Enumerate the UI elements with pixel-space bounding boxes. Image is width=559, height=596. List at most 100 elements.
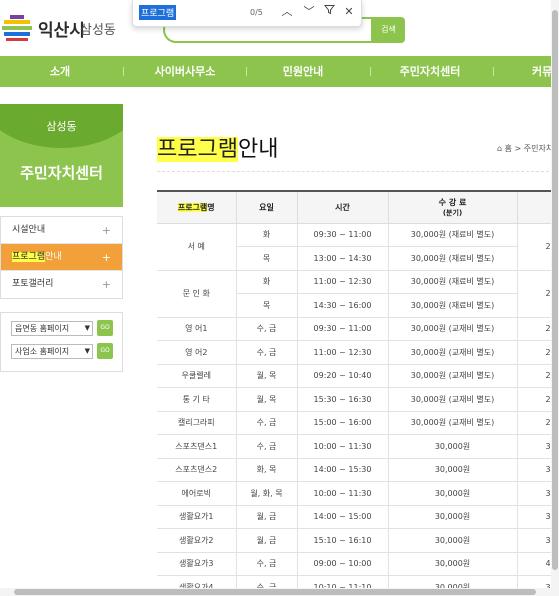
vertical-scrollbar[interactable]: [551, 0, 559, 588]
scroll-thumb[interactable]: [14, 589, 536, 595]
chevron-down-icon: ▼: [84, 324, 90, 332]
table-header-row: 프로그램명 요일 시간 수 강 료 (분기): [157, 190, 559, 224]
main-nav: 소개 사이버사무소 민원안내 주민자치센터 커뮤: [0, 56, 559, 87]
table-row: 영 어2 수, 금 11:00 ~ 12:30 30,000원 (교재비 별도) 2: [157, 340, 559, 365]
breadcrumb-home[interactable]: 홈: [505, 144, 512, 153]
program-fee: 30,000원 (재료비 별도): [387, 222, 518, 247]
table-row: 생활요가3 수, 금 09:00 ~ 10:00 30,000원 4: [157, 551, 559, 576]
program-time: 10:00 ~ 11:30: [296, 434, 389, 459]
page-title: 프로그램안내: [157, 131, 278, 163]
find-match-count: 0/5: [250, 8, 263, 17]
page-title-rest: 안내: [237, 137, 279, 162]
sidebar-item-photo-gallery[interactable]: 포토갤러리 +: [1, 271, 122, 298]
program-day: 월, 금: [235, 504, 298, 529]
program-day: 화, 목: [235, 457, 298, 482]
program-name: 생활요가3: [157, 551, 237, 576]
search-highlight: 프로그램: [177, 202, 208, 212]
program-fee: 30,000원: [387, 434, 518, 459]
filter-icon[interactable]: [321, 4, 337, 20]
plus-icon: +: [101, 251, 111, 264]
program-fee: 30,000원 (재료비 별도): [387, 246, 518, 271]
sidebar-title: 주민자치센터: [20, 164, 103, 182]
col-header-fee: 수 강 료 (분기): [387, 190, 518, 224]
find-bar: 프로그램 0/5 ︿ ﹀ ✕: [132, 0, 362, 27]
quick-links: 읍면동 홈페이지 ▼ GO 사업소 홈페이지 ▼ GO: [0, 312, 123, 372]
home-icon[interactable]: ⌂: [497, 144, 502, 153]
breadcrumb-current[interactable]: 주민자치: [524, 144, 553, 153]
program-name: 캘리그라피: [157, 410, 237, 435]
program-day: 수, 금: [235, 551, 298, 576]
program-day: 수, 금: [235, 316, 298, 341]
table-row: 생활요가1 월, 금 14:00 ~ 15:00 30,000원 3: [157, 504, 559, 529]
find-next-icon[interactable]: ﹀: [301, 4, 317, 20]
logo-text[interactable]: 익산시: [38, 16, 85, 41]
program-day: 수, 금: [235, 434, 298, 459]
nav-item-intro[interactable]: 소개: [30, 56, 90, 87]
program-name: 영 어2: [157, 340, 237, 365]
find-input[interactable]: 프로그램: [139, 5, 177, 20]
office-homepage-select[interactable]: 사업소 홈페이지 ▼: [11, 344, 93, 359]
program-fee: 30,000원 (재료비 별도): [387, 293, 518, 318]
sidebar-item-label: 포토갤러리: [12, 279, 54, 289]
program-day: 월, 금: [235, 528, 298, 553]
search-button[interactable]: 검색: [372, 17, 405, 43]
col-header-time: 시간: [296, 190, 389, 224]
plus-icon: +: [101, 278, 111, 291]
program-fee: 30,000원 (교재비 별도): [387, 363, 518, 388]
nav-item-civil-service[interactable]: 민원안내: [268, 56, 338, 87]
program-day: 월, 화, 목: [235, 481, 298, 506]
table-row: 스포츠댄스1 수, 금 10:00 ~ 11:30 30,000원 3: [157, 434, 559, 459]
nav-divider: [370, 67, 371, 76]
close-icon[interactable]: ✕: [341, 4, 357, 20]
select-value: 사업소 홈페이지: [15, 347, 70, 356]
sidebar-item-label: 시설안내: [12, 225, 46, 235]
program-time: 14:00 ~ 15:30: [296, 457, 389, 482]
program-fee: 30,000원: [387, 528, 518, 553]
program-time: 14:30 ~ 16:00: [296, 293, 389, 318]
program-time: 14:00 ~ 15:00: [296, 504, 389, 529]
table-row: 영 어1 수, 금 09:30 ~ 11:00 30,000원 (교재비 별도) 2: [157, 316, 559, 341]
table-row: 통 기 타 월, 목 15:30 ~ 16:30 30,000원 (교재비 별도) 2: [157, 387, 559, 412]
program-time: 11:00 ~ 12:30: [296, 340, 389, 365]
city-logo-icon[interactable]: [2, 14, 32, 42]
breadcrumb: ⌂ 홈 > 주민자치: [497, 144, 554, 153]
nav-divider: [123, 67, 124, 76]
program-name: 스포츠댄스2: [157, 457, 237, 482]
sidebar-subtitle: 삼성동: [46, 120, 77, 133]
program-fee: 30,000원 (교재비 별도): [387, 410, 518, 435]
program-day: 화: [235, 269, 298, 294]
program-name: 스포츠댄스1: [157, 434, 237, 459]
program-table: 프로그램명 요일 시간 수 강 료 (분기) 서 예 화 09:30 ~ 11:00 3…: [157, 190, 559, 596]
nav-item-cyber-office[interactable]: 사이버사무소: [140, 56, 230, 87]
go-button[interactable]: GO: [97, 343, 113, 359]
scroll-thumb[interactable]: [552, 10, 558, 570]
program-name: 에어로빅: [157, 481, 237, 506]
program-time: 13:00 ~ 14:30: [296, 246, 389, 271]
horizontal-scrollbar[interactable]: [0, 588, 559, 596]
program-day: 수, 금: [235, 410, 298, 435]
program-time: 09:30 ~ 11:00: [296, 222, 389, 247]
plus-icon: +: [101, 224, 111, 237]
nav-divider: [246, 67, 247, 76]
program-fee: 30,000원: [387, 481, 518, 506]
col-header-text: 수 강 료: [438, 197, 467, 207]
page: 익산시 삼성동 검색 프로그램 0/5 ︿ ﹀ ✕ 소개 사이버사무소 민원안내…: [0, 0, 559, 596]
program-time: 09:20 ~ 10:40: [296, 363, 389, 388]
sidebar-item-programs[interactable]: 프로그램안내 +: [1, 244, 122, 271]
program-fee: 30,000원: [387, 551, 518, 576]
find-previous-icon[interactable]: ︿: [279, 4, 295, 20]
dong-name: 삼성동: [80, 23, 116, 38]
go-button[interactable]: GO: [97, 320, 113, 336]
program-day: 수, 금: [235, 340, 298, 365]
program-day: 월, 목: [235, 387, 298, 412]
program-name: 서 예: [157, 222, 237, 271]
nav-item-community-center[interactable]: 주민자치센터: [385, 56, 475, 87]
program-fee: 30,000원: [387, 504, 518, 529]
sidebar-item-facilities[interactable]: 시설안내 +: [1, 217, 122, 244]
program-name: 문 인 화: [157, 269, 237, 318]
dong-homepage-select[interactable]: 읍면동 홈페이지 ▼: [11, 321, 93, 336]
table-row: 서 예 화 09:30 ~ 11:00 30,000원 (재료비 별도) 2: [157, 222, 559, 271]
col-header-text: 명: [207, 202, 215, 212]
program-name: 통 기 타: [157, 387, 237, 412]
program-time: 15:10 ~ 16:10: [296, 528, 389, 553]
